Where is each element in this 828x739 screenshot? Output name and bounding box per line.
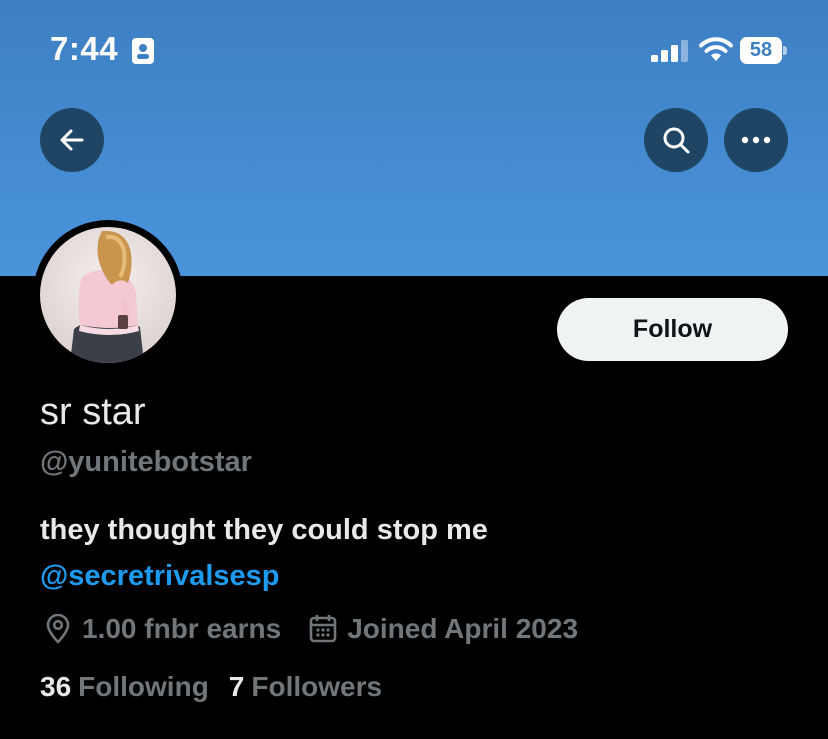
wifi-icon	[699, 37, 733, 61]
status-bar: 7:44 58	[0, 0, 828, 100]
cellular-signal-icon	[651, 40, 688, 62]
avatar[interactable]	[33, 220, 183, 370]
location-pin-icon	[46, 614, 70, 644]
joined-item: Joined April 2023	[309, 613, 578, 645]
follow-stats: 36 Following 7 Followers	[40, 671, 382, 703]
username-handle: @yunitebotstar	[40, 446, 252, 478]
following-count: 36	[40, 671, 72, 702]
avatar-image	[40, 227, 176, 363]
battery-level: 58	[749, 39, 773, 61]
more-icon	[741, 136, 771, 144]
calendar-icon	[309, 615, 337, 643]
location-text: 1.00 fnbr earns	[82, 613, 282, 644]
profile-meta: 1.00 fnbr earns Joined April 2023	[44, 612, 578, 646]
following-link[interactable]: 36 Following	[40, 671, 209, 703]
id-card-icon	[132, 38, 154, 64]
back-button[interactable]	[40, 108, 104, 172]
status-time: 7:44	[50, 30, 119, 67]
joined-date: Joined April 2023	[347, 613, 579, 644]
follow-button[interactable]: Follow	[557, 298, 788, 361]
location-item: 1.00 fnbr earns	[44, 613, 281, 645]
following-label: Following	[78, 671, 209, 702]
bio-text: they thought they could stop me	[40, 514, 488, 546]
followers-count: 7	[228, 671, 245, 702]
search-button[interactable]	[644, 108, 708, 172]
back-arrow-icon	[60, 129, 84, 151]
display-name: sr star	[40, 391, 146, 433]
more-options-button[interactable]	[724, 108, 788, 172]
battery-indicator: 58	[740, 37, 787, 64]
search-icon	[663, 127, 690, 154]
followers-link[interactable]: 7 Followers	[229, 671, 382, 703]
followers-label: Followers	[251, 671, 383, 702]
bio-mention-link[interactable]: @secretrivalsesp	[40, 560, 280, 593]
